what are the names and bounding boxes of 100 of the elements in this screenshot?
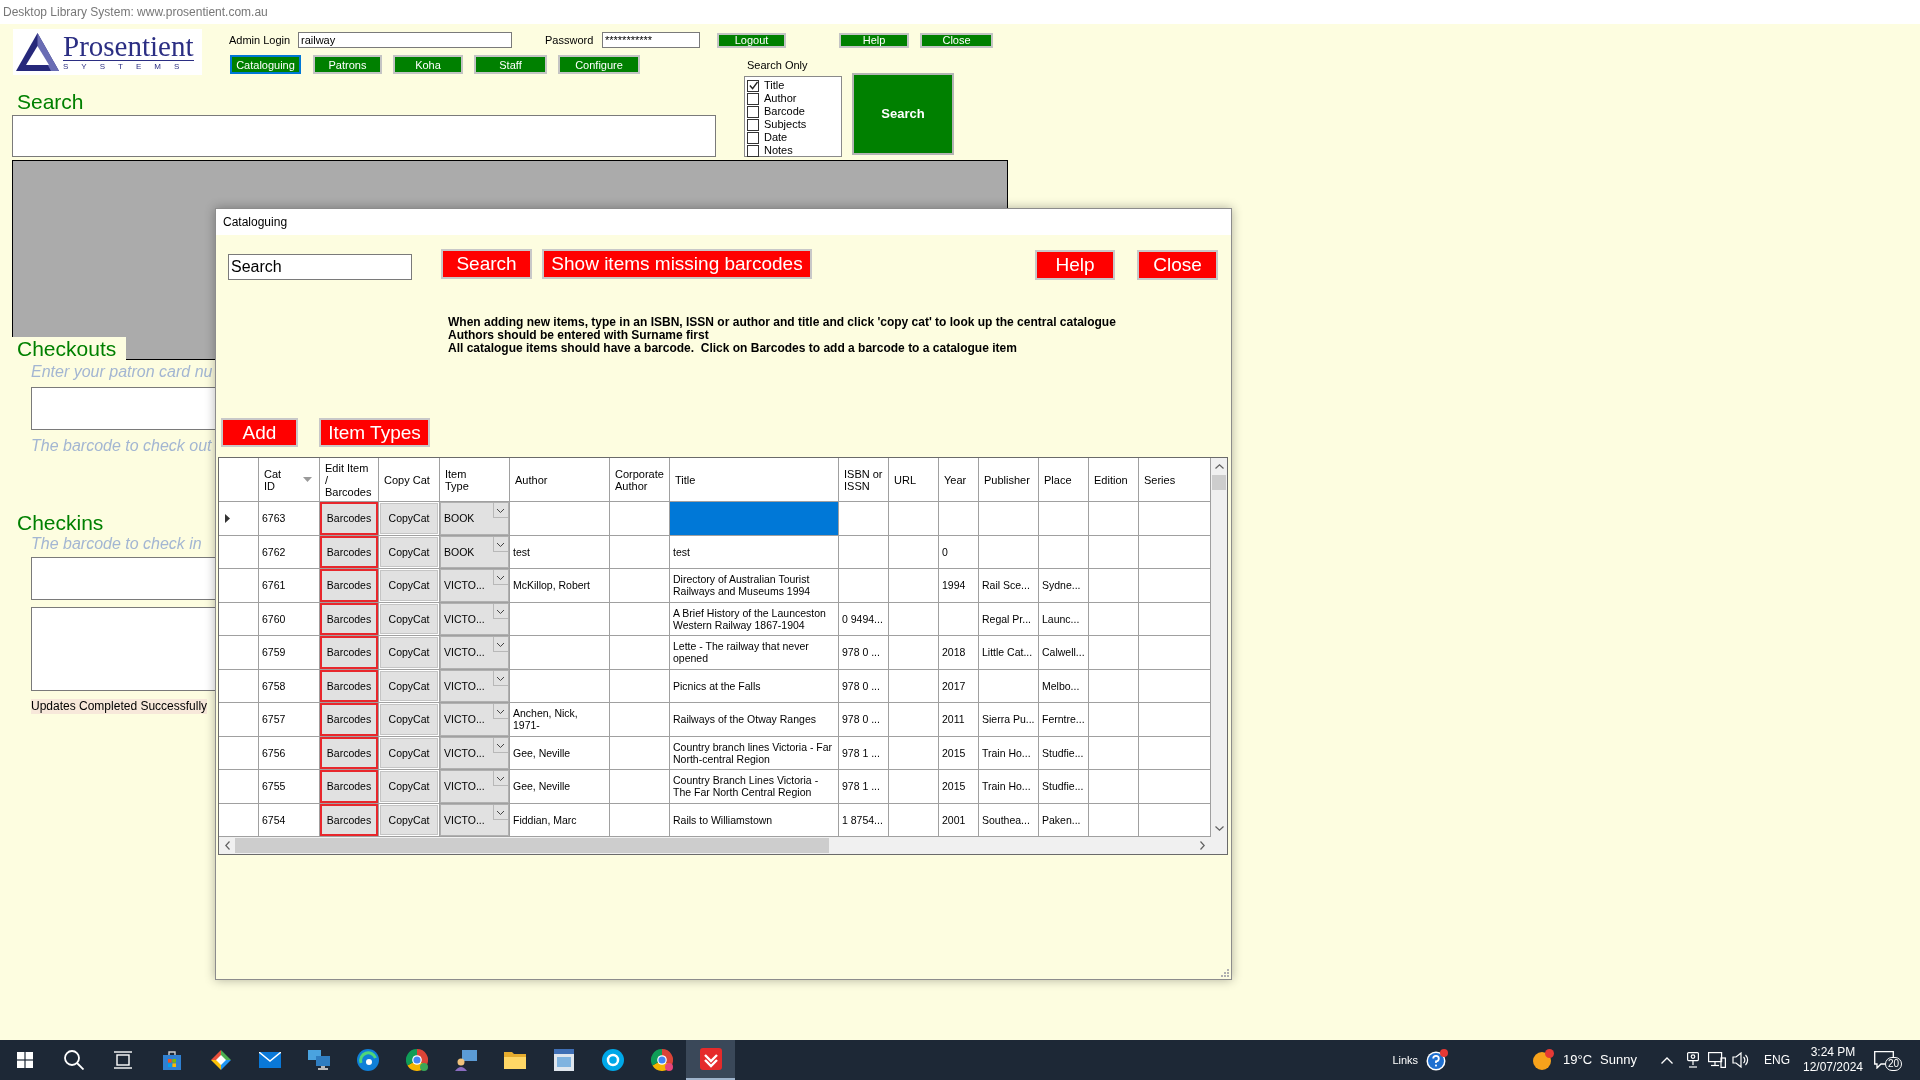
item-type-dropdown[interactable]: VICTO... <box>440 569 509 602</box>
section-button[interactable]: Configure <box>558 55 640 74</box>
section-button[interactable]: Patrons <box>313 55 382 74</box>
barcodes-button[interactable]: Barcodes <box>320 569 378 602</box>
computer-icon[interactable] <box>1708 1052 1726 1068</box>
row-header[interactable] <box>219 770 259 804</box>
section-button[interactable]: Cataloguing <box>230 55 301 74</box>
item-type-dropdown[interactable]: VICTO... <box>440 636 509 669</box>
barcodes-button[interactable]: Barcodes <box>320 736 378 769</box>
column-header[interactable]: Author <box>510 458 610 502</box>
column-header[interactable]: Place <box>1039 458 1089 502</box>
barcodes-button[interactable]: Barcodes <box>320 703 378 736</box>
column-header[interactable]: Copy Cat <box>379 458 440 502</box>
column-header[interactable]: ISBN or ISSN <box>839 458 889 502</box>
row-header[interactable] <box>219 569 259 603</box>
row-header[interactable] <box>219 736 259 770</box>
clock-date[interactable]: 12/07/2024 <box>1802 1060 1864 1075</box>
checkbox[interactable] <box>747 118 759 131</box>
row-header[interactable] <box>219 535 259 569</box>
webcam-icon[interactable] <box>1687 1052 1699 1068</box>
item-type-dropdown[interactable]: BOOK <box>440 502 509 535</box>
catalogue-search-field[interactable]: Search <box>228 254 412 280</box>
barcodes-button[interactable]: Barcodes <box>320 636 378 669</box>
clock-time[interactable]: 3:24 PM <box>1810 1045 1856 1060</box>
chevron-up-icon[interactable] <box>1661 1056 1673 1064</box>
item-type-dropdown[interactable]: BOOK <box>440 535 509 568</box>
item-type-dropdown[interactable]: VICTO... <box>440 736 509 769</box>
column-header[interactable]: Year <box>939 458 979 502</box>
item-type-dropdown[interactable]: VICTO... <box>440 669 509 702</box>
row-header[interactable] <box>219 703 259 737</box>
item-types-button[interactable]: Item Types <box>319 418 430 447</box>
barcodes-button[interactable]: Barcodes <box>320 535 378 568</box>
item-type-dropdown[interactable]: VICTO... <box>440 770 509 803</box>
language-indicator[interactable]: ENG <box>1764 1053 1790 1067</box>
checkbox[interactable] <box>747 105 759 118</box>
column-header[interactable]: Publisher <box>979 458 1039 502</box>
row-header[interactable] <box>219 803 259 837</box>
patron-card-field[interactable] <box>31 387 215 430</box>
row-header[interactable] <box>219 602 259 636</box>
barcodes-button[interactable]: Barcodes <box>320 669 378 702</box>
checkbox[interactable] <box>747 79 759 92</box>
close-button[interactable]: Close <box>920 32 993 48</box>
item-type-dropdown[interactable]: VICTO... <box>440 602 509 635</box>
taskbar-button[interactable] <box>686 1040 735 1080</box>
help-button[interactable]: Help <box>1035 250 1115 280</box>
speaker-icon[interactable] <box>1732 1052 1750 1068</box>
section-button[interactable]: Staff <box>474 55 547 74</box>
barcodes-button[interactable]: Barcodes <box>320 602 378 635</box>
checkbox[interactable] <box>747 144 759 157</box>
add-button[interactable]: Add <box>221 418 298 447</box>
admin-login-field[interactable]: railway <box>298 32 512 48</box>
search-button[interactable]: Search <box>441 249 532 279</box>
barcodes-button[interactable]: Barcodes <box>320 803 378 836</box>
column-header[interactable]: Item Type <box>440 458 510 502</box>
weather-condition[interactable]: Sunny <box>1600 1052 1637 1068</box>
weather-temperature[interactable]: 19°C <box>1563 1052 1593 1068</box>
scrollbar-thumb[interactable] <box>1212 475 1226 490</box>
notification-count[interactable]: 20 <box>1885 1057 1903 1071</box>
row-header[interactable] <box>219 669 259 703</box>
close-button[interactable]: Close <box>1137 250 1218 280</box>
column-header[interactable]: Edition <box>1089 458 1139 502</box>
row-header[interactable] <box>219 636 259 670</box>
copy-cat-button[interactable]: CopyCat <box>380 704 438 735</box>
checkin-results-box[interactable] <box>31 607 215 691</box>
column-header[interactable]: Edit Item / Barcodes <box>320 458 379 502</box>
logout-button[interactable]: Logout <box>717 32 786 48</box>
links-toolbar-label[interactable]: Links <box>1392 1053 1419 1067</box>
password-field[interactable]: *********** <box>602 32 700 48</box>
checkbox[interactable] <box>747 131 759 144</box>
copy-cat-button[interactable]: CopyCat <box>380 804 438 835</box>
search-field[interactable] <box>12 115 716 157</box>
barcodes-button[interactable]: Barcodes <box>320 770 378 803</box>
vertical-scrollbar[interactable] <box>1211 458 1227 837</box>
copy-cat-button[interactable]: CopyCat <box>380 670 438 701</box>
item-type-dropdown[interactable]: VICTO... <box>440 803 509 836</box>
barcodes-button[interactable]: Barcodes <box>320 502 378 535</box>
column-header[interactable]: URL <box>889 458 939 502</box>
copy-cat-button[interactable]: CopyCat <box>380 503 438 534</box>
copy-cat-button[interactable]: CopyCat <box>380 536 438 567</box>
copy-cat-button[interactable]: CopyCat <box>380 637 438 668</box>
horizontal-scrollbar[interactable] <box>219 837 1211 854</box>
copy-cat-button[interactable]: CopyCat <box>380 737 438 768</box>
column-header[interactable]: Cat ID <box>259 458 320 502</box>
sun-icon[interactable] <box>1532 1049 1555 1071</box>
item-type-dropdown[interactable]: VICTO... <box>440 703 509 736</box>
help-button[interactable]: Help <box>839 32 909 48</box>
column-header[interactable]: Corporate Author <box>610 458 670 502</box>
checkin-barcode-field[interactable] <box>31 557 215 600</box>
column-header[interactable]: Series <box>1139 458 1211 502</box>
search-button[interactable]: Search <box>852 73 954 155</box>
missing-barcodes-button[interactable]: Show items missing barcodes <box>542 249 812 279</box>
checkbox[interactable] <box>747 92 759 105</box>
row-header[interactable] <box>219 502 259 536</box>
copy-cat-button[interactable]: CopyCat <box>380 771 438 802</box>
help-icon[interactable] <box>1426 1049 1449 1071</box>
scrollbar-thumb[interactable] <box>235 838 829 853</box>
column-header[interactable]: Title <box>670 458 839 502</box>
copy-cat-button[interactable]: CopyCat <box>380 603 438 634</box>
copy-cat-button[interactable]: CopyCat <box>380 570 438 601</box>
section-button[interactable]: Koha <box>393 55 463 74</box>
